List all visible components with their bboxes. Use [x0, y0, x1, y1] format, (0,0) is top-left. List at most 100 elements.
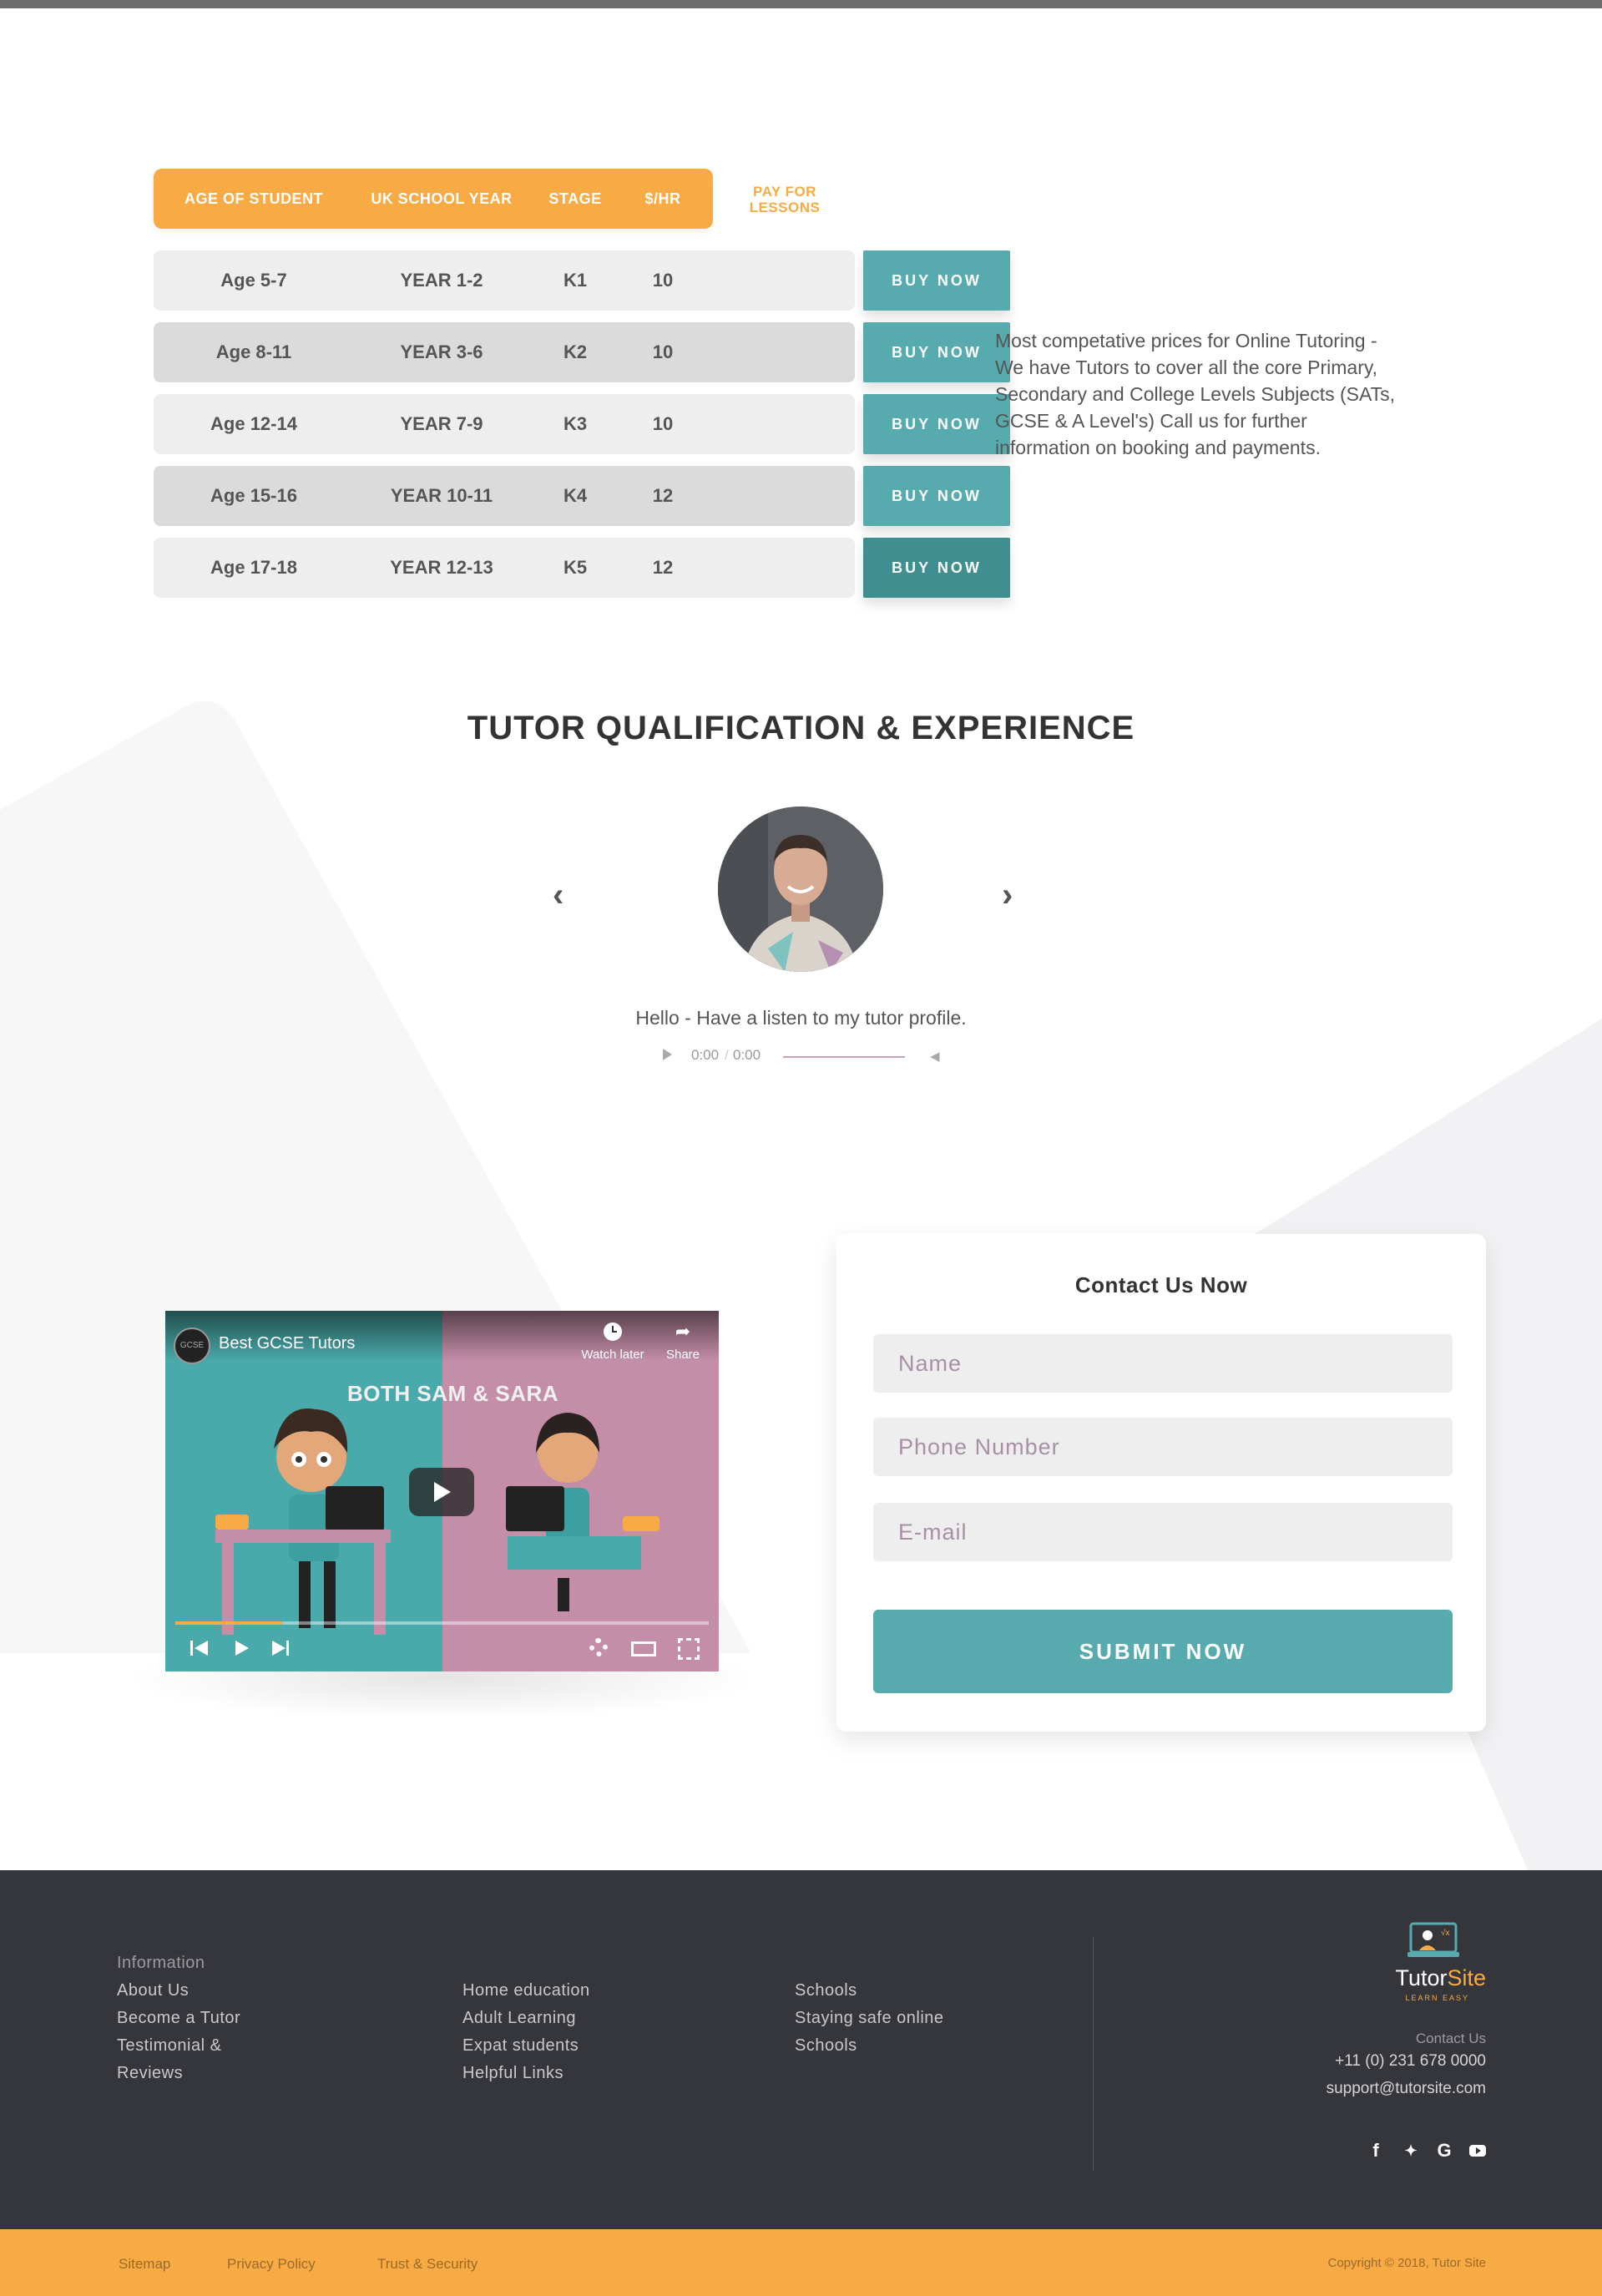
row-rate: 10 [652, 413, 674, 434]
video-title[interactable]: Best GCSE Tutors [219, 1334, 355, 1353]
phone-input[interactable] [873, 1418, 1453, 1476]
bottom-bar: Sitemap Privacy Policy Trust & Security … [0, 2229, 1602, 2296]
buy-now-button-k1[interactable]: BUY NOW [863, 250, 1010, 311]
footer-link-schools[interactable]: Schools [795, 1981, 857, 2000]
audio-total-time: 0:00 [733, 1047, 761, 1063]
video-controls [165, 1626, 719, 1671]
svg-text:√x: √x [1441, 1928, 1450, 1938]
play-icon[interactable] [224, 1633, 257, 1663]
row-rate: 12 [652, 485, 674, 506]
clock-icon [604, 1322, 622, 1341]
privacy-policy-link[interactable]: Privacy Policy [227, 2256, 316, 2273]
pricing-description: Most competative prices for Online Tutor… [995, 330, 1396, 458]
brand-name-accent: Site [1447, 1965, 1486, 1990]
chevron-left-icon[interactable]: ‹ [553, 877, 563, 914]
top-bar [0, 0, 1602, 8]
video-player[interactable]: GCSE Best GCSE Tutors BOTH SAM & SARA Wa… [165, 1311, 719, 1671]
name-input[interactable] [873, 1334, 1453, 1393]
skip-previous-icon[interactable] [184, 1633, 217, 1663]
section-title: TUTOR QUALIFICATION & EXPERIENCE [467, 710, 1135, 746]
audio-player: 0:00 / 0:00 ◀ [656, 1047, 957, 1067]
row-stage: K3 [563, 413, 588, 434]
footer-divider [1093, 1937, 1094, 2171]
tutor-portrait-image [718, 807, 883, 972]
tutor-avatar [718, 807, 883, 972]
gear-icon[interactable] [581, 1633, 614, 1663]
footer-link-expat-students[interactable]: Expat students [462, 2036, 579, 2056]
buy-now-button-k4[interactable]: BUY NOW [863, 466, 1010, 526]
footer-heading-information: Information [117, 1954, 205, 1972]
row-year: YEAR 12-13 [390, 557, 493, 578]
brand-tagline: LEARN EASY [1405, 1994, 1469, 2002]
audio-play-icon[interactable] [663, 1049, 672, 1060]
footer-link-staying-safe[interactable]: Staying safe online [795, 2009, 944, 2028]
row-stage: K1 [563, 270, 588, 291]
footer-link-adult-learning[interactable]: Adult Learning [462, 2009, 576, 2028]
row-year: YEAR 1-2 [400, 270, 483, 291]
brand-name-main: Tutor [1395, 1965, 1448, 1990]
footer-contact-label: Contact Us [1415, 2030, 1486, 2046]
fullscreen-icon[interactable] [671, 1633, 705, 1663]
row-stage: K4 [563, 485, 588, 506]
audio-seek-bar[interactable] [783, 1056, 905, 1058]
brand-name[interactable]: TutorSite [1336, 1965, 1486, 1991]
watch-later-label: Watch later [581, 1348, 644, 1362]
buy-now-button-k3[interactable]: BUY NOW [863, 394, 1010, 454]
audio-time-separator: / [725, 1047, 729, 1063]
row-rate: 10 [652, 270, 674, 291]
price-row-k1: Age 5-7 YEAR 1-2 K1 10 BUY NOW [154, 250, 1010, 311]
facebook-icon[interactable]: f [1366, 2141, 1386, 2161]
row-age: Age 15-16 [210, 485, 297, 506]
row-rate: 10 [652, 341, 674, 362]
footer-link-become-tutor[interactable]: Become a Tutor [117, 2009, 240, 2028]
footer-link-helpful-links[interactable]: Helpful Links [462, 2064, 563, 2083]
twitter-icon[interactable]: ✦ [1401, 2141, 1421, 2161]
header-stage: STAGE [548, 190, 602, 207]
trust-security-link[interactable]: Trust & Security [377, 2256, 478, 2273]
row-age: Age 17-18 [210, 557, 297, 578]
buy-now-button-k5[interactable]: BUY NOW [863, 538, 1010, 598]
email-input[interactable] [873, 1503, 1453, 1561]
theater-mode-icon[interactable] [626, 1633, 659, 1663]
footer-link-reviews[interactable]: Reviews [117, 2064, 183, 2083]
row-age: Age 5-7 [220, 270, 287, 291]
audio-volume-icon[interactable]: ◀ [930, 1049, 940, 1064]
skip-next-icon[interactable] [264, 1633, 297, 1663]
contact-title: Contact Us Now [1074, 1272, 1248, 1297]
footer-link-home-education[interactable]: Home education [462, 1981, 590, 2000]
play-icon [434, 1482, 451, 1502]
row-stage: K2 [563, 341, 588, 362]
video-play-button[interactable] [409, 1468, 474, 1516]
share-icon: ➦ [675, 1321, 691, 1342]
chevron-right-icon[interactable]: › [1002, 877, 1013, 914]
price-row-k2: Age 8-11 YEAR 3-6 K2 10 BUY NOW [154, 322, 1010, 382]
pay-for-lessons-label: PAY FOR LESSONS [749, 184, 821, 215]
footer-email[interactable]: support@tutorsite.com [1327, 2080, 1486, 2098]
row-age: Age 12-14 [210, 413, 297, 434]
video-progress-bar[interactable] [175, 1621, 709, 1625]
video-subtitle: BOTH SAM & SARA [347, 1381, 559, 1406]
footer-link-schools-2[interactable]: Schools [795, 2036, 857, 2056]
copyright: Copyright © 2018, Tutor Site [1327, 2256, 1487, 2270]
header-rate: $/HR [644, 190, 681, 207]
footer-link-about[interactable]: About Us [117, 1981, 189, 2000]
price-row-k5: Age 17-18 YEAR 12-13 K5 12 BUY NOW [154, 538, 1010, 598]
footer: Information About Us Become a Tutor Test… [0, 1870, 1602, 2229]
youtube-icon[interactable] [1468, 2141, 1488, 2161]
google-icon[interactable]: G [1434, 2141, 1454, 2161]
submit-button[interactable]: SUBMIT NOW [873, 1610, 1453, 1693]
contact-form-card: Contact Us Now SUBMIT NOW [836, 1234, 1486, 1732]
price-row-k3: Age 12-14 YEAR 7-9 K3 10 BUY NOW [154, 394, 1010, 454]
footer-link-testimonial[interactable]: Testimonial & [117, 2036, 221, 2056]
watch-later-button[interactable]: Watch later [579, 1322, 646, 1362]
footer-phone[interactable]: +11 (0) 231 678 0000 [1335, 2052, 1486, 2071]
sitemap-link[interactable]: Sitemap [119, 2256, 170, 2273]
price-row-k4: Age 15-16 YEAR 10-11 K4 12 BUY NOW [154, 466, 1010, 526]
buy-now-button-k2[interactable]: BUY NOW [863, 322, 1010, 382]
share-button[interactable]: ➦ Share [658, 1321, 708, 1363]
video-progress-fill [175, 1621, 282, 1625]
row-year: YEAR 7-9 [400, 413, 483, 434]
channel-logo[interactable]: GCSE [174, 1328, 210, 1364]
row-year: YEAR 10-11 [390, 485, 493, 506]
share-label: Share [665, 1348, 700, 1362]
